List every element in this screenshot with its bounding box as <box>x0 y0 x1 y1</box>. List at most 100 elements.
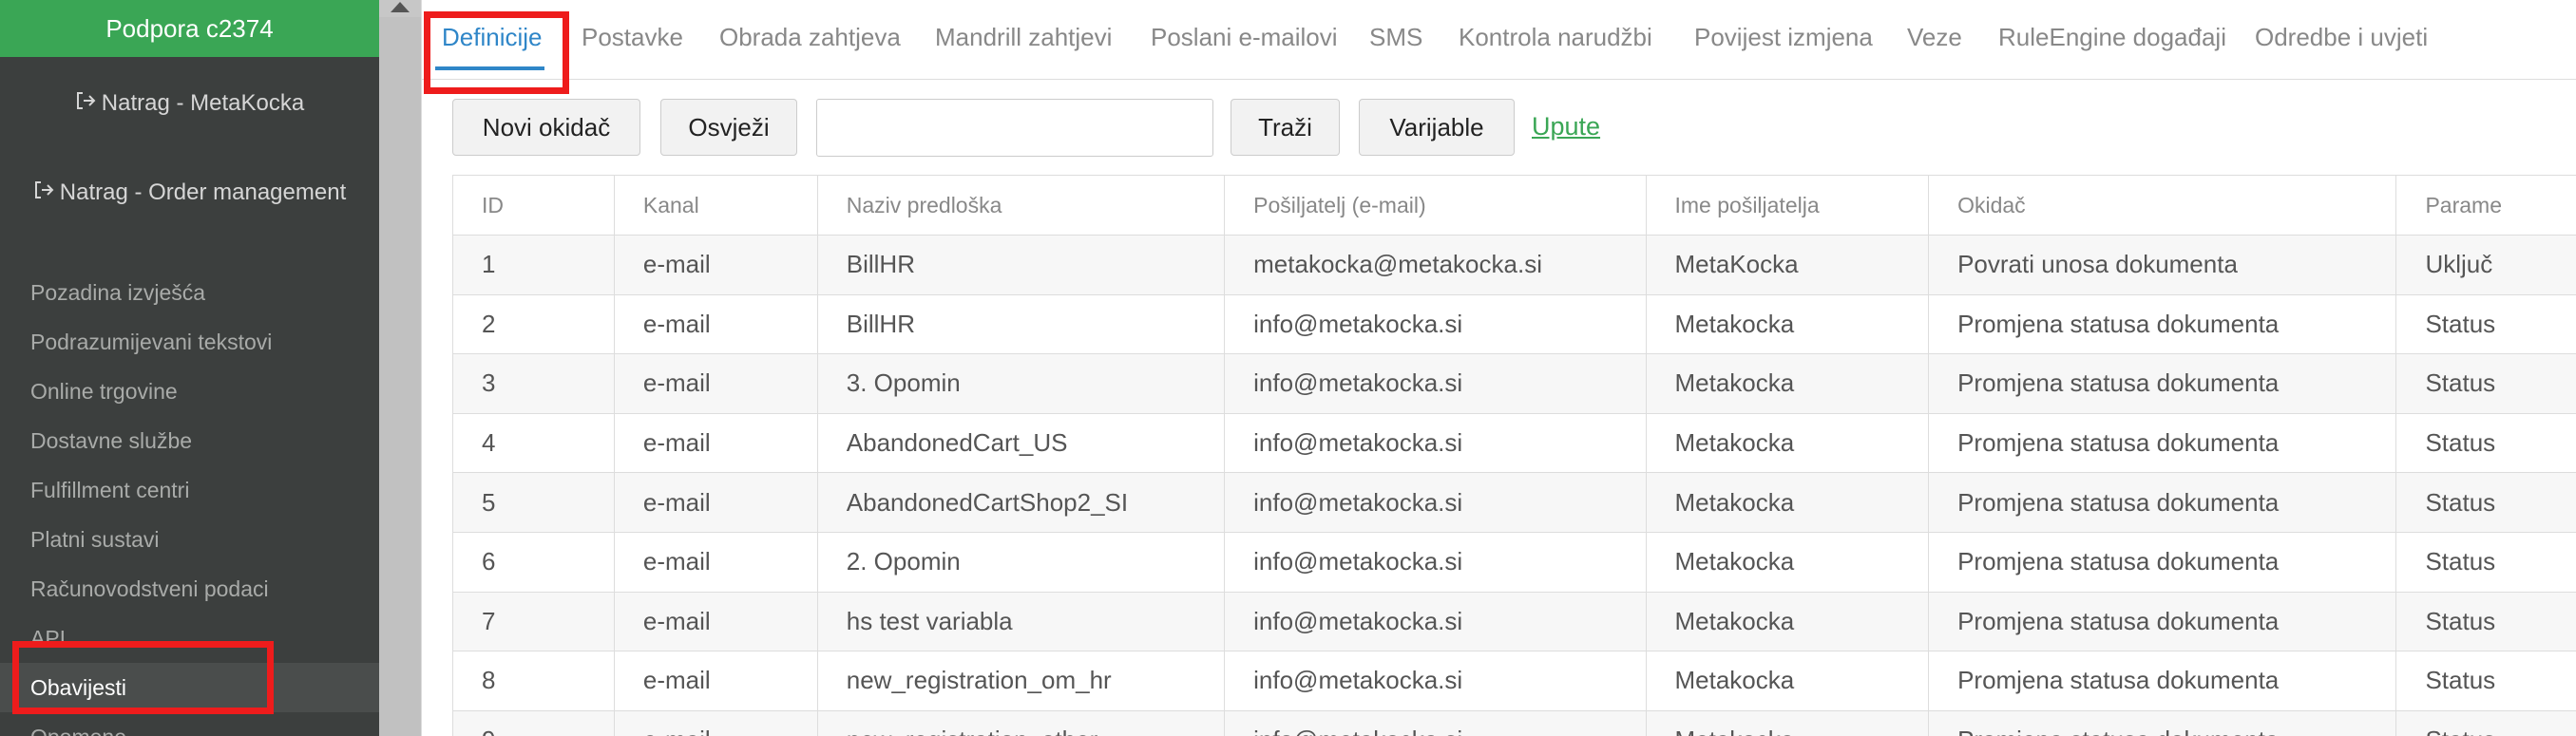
toolbar: Novi okidač Osvježi Traži Varijable Uput… <box>422 80 2576 175</box>
cell-naziv-predloska: BillHR <box>817 235 1226 295</box>
cell-okidac: Promjena statusa dokumenta <box>1928 651 2397 711</box>
tab-bar: Definicije Postavke Obrada zahtjeva Mand… <box>422 0 2576 80</box>
definitions-table: ID Kanal Naziv predloška Pošiljatelj (e-… <box>452 175 2576 736</box>
table-row[interactable]: 3 e-mail 3. Opomin info@metakocka.si Met… <box>453 353 2576 414</box>
cell-ime-posiljatelja: Metakocka <box>1646 651 1930 711</box>
cell-okidac: Promjena statusa dokumenta <box>1928 532 2397 593</box>
cell-posiljatelj-email: info@metakocka.si <box>1224 472 1647 533</box>
cell-ime-posiljatelja: Metakocka <box>1646 472 1930 533</box>
cell-naziv-predloska: hs test variabla <box>817 592 1226 652</box>
column-header-okidac[interactable]: Okidač <box>1928 175 2397 236</box>
cell-ime-posiljatelja: Metakocka <box>1646 353 1930 414</box>
sidebar-item-fulfillment-centri[interactable]: Fulfillment centri <box>0 465 379 515</box>
cell-parametri: Status <box>2395 651 2576 711</box>
cell-parametri: Status <box>2395 294 2576 355</box>
tab-obrada-zahtjeva[interactable]: Obrada zahtjeva <box>719 23 901 52</box>
sidebar-item-pozadina-izvjesca[interactable]: Pozadina izvješća <box>0 268 379 317</box>
sidebar-item-dostavne-sluzbe[interactable]: Dostavne službe <box>0 416 379 465</box>
sidebar-item-api[interactable]: API <box>0 613 379 663</box>
sidebar-item-label: Pozadina izvješća <box>30 279 206 305</box>
cell-parametri: Uključ <box>2395 235 2576 295</box>
scroll-up-arrow-icon[interactable] <box>391 2 410 12</box>
tab-odredbe-i-uvjeti[interactable]: Odredbe i uvjeti <box>2255 23 2428 52</box>
cell-kanal: e-mail <box>614 532 818 593</box>
cell-id: 6 <box>453 532 615 593</box>
tab-povijest-izmjena[interactable]: Povijest izmjena <box>1694 23 1873 52</box>
cell-kanal: e-mail <box>614 294 818 355</box>
back-to-order-management-link[interactable]: Natrag - Order management <box>0 173 379 213</box>
table-row[interactable]: 1 e-mail BillHR metakocka@metakocka.si M… <box>453 235 2576 295</box>
table-row[interactable]: 6 e-mail 2. Opomin info@metakocka.si Met… <box>453 532 2576 593</box>
sidebar-item-label: Online trgovine <box>30 378 178 404</box>
table-row[interactable]: 4 e-mail AbandonedCart_US info@metakocka… <box>453 413 2576 474</box>
cell-okidac: Povrati unosa dokumenta <box>1928 235 2397 295</box>
cell-parametri: Status <box>2395 532 2576 593</box>
search-button[interactable]: Traži <box>1231 99 1340 156</box>
tab-ruleengine-dogadaji[interactable]: RuleEngine događaji <box>1998 23 2226 52</box>
tab-kontrola-narudzbi[interactable]: Kontrola narudžbi <box>1459 23 1652 52</box>
sidebar-item-label: Fulfillment centri <box>30 477 190 502</box>
sidebar-item-opomene[interactable]: Opomene <box>0 712 379 736</box>
sidebar-scrollbar[interactable] <box>379 0 421 736</box>
tab-poslani-e-mailovi[interactable]: Poslani e-mailovi <box>1151 23 1338 52</box>
sidebar-item-label: API <box>30 625 67 651</box>
cell-posiljatelj-email: info@metakocka.si <box>1224 710 1647 736</box>
tab-veze[interactable]: Veze <box>1907 23 1962 52</box>
table-row[interactable]: 5 e-mail AbandonedCartShop2_SI info@meta… <box>453 472 2576 533</box>
sidebar-item-platni-sustavi[interactable]: Platni sustavi <box>0 515 379 564</box>
cell-id: 8 <box>453 651 615 711</box>
back-to-metakocka-link[interactable]: Natrag - MetaKocka <box>0 84 379 123</box>
cell-parametri: Status <box>2395 710 2576 736</box>
tab-sms[interactable]: SMS <box>1369 23 1422 52</box>
cell-naziv-predloska: AbandonedCartShop2_SI <box>817 472 1226 533</box>
sidebar-menu: Pozadina izvješća Podrazumijevani teksto… <box>0 268 379 736</box>
column-header-posiljatelj-email[interactable]: Pošiljatelj (e-mail) <box>1224 175 1647 236</box>
sidebar-item-label: Opomene <box>30 725 126 736</box>
column-header-kanal[interactable]: Kanal <box>614 175 818 236</box>
cell-parametri: Status <box>2395 353 2576 414</box>
search-input[interactable] <box>816 99 1213 157</box>
sign-out-icon <box>33 179 54 207</box>
cell-parametri: Status <box>2395 413 2576 474</box>
cell-okidac: Promjena statusa dokumenta <box>1928 413 2397 474</box>
table-row[interactable]: 8 e-mail new_registration_om_hr info@met… <box>453 651 2576 711</box>
cell-id: 9 <box>453 710 615 736</box>
table-row[interactable]: 7 e-mail hs test variabla info@metakocka… <box>453 592 2576 652</box>
cell-id: 1 <box>453 235 615 295</box>
cell-parametri: Status <box>2395 592 2576 652</box>
table-row[interactable]: 9 e-mail new_registration_other info@met… <box>453 710 2576 736</box>
table-row[interactable]: 2 e-mail BillHR info@metakocka.si Metako… <box>453 294 2576 355</box>
new-trigger-button[interactable]: Novi okidač <box>452 99 640 156</box>
cell-ime-posiljatelja: Metakocka <box>1646 294 1930 355</box>
cell-id: 5 <box>453 472 615 533</box>
tab-postavke[interactable]: Postavke <box>582 23 683 52</box>
cell-posiljatelj-email: info@metakocka.si <box>1224 413 1647 474</box>
variables-button[interactable]: Varijable <box>1359 99 1515 156</box>
column-header-id[interactable]: ID <box>453 175 615 236</box>
refresh-button[interactable]: Osvježi <box>660 99 797 156</box>
sidebar-item-online-trgovine[interactable]: Online trgovine <box>0 367 379 416</box>
sidebar-item-label: Obavijesti <box>30 674 126 700</box>
tab-mandrill-zahtjevi[interactable]: Mandrill zahtjevi <box>935 23 1112 52</box>
cell-kanal: e-mail <box>614 651 818 711</box>
sidebar-item-racunovodstveni-podaci[interactable]: Računovodstveni podaci <box>0 564 379 613</box>
cell-naziv-predloska: new_registration_other <box>817 710 1226 736</box>
sidebar-item-podrazumijevani-tekstovi[interactable]: Podrazumijevani tekstovi <box>0 317 379 367</box>
cell-kanal: e-mail <box>614 710 818 736</box>
cell-kanal: e-mail <box>614 592 818 652</box>
sidebar-item-obavijesti[interactable]: Obavijesti <box>0 663 379 712</box>
sidebar-header[interactable]: Podpora c2374 <box>0 0 379 57</box>
tab-definicije[interactable]: Definicije <box>442 23 543 52</box>
column-header-naziv-predloska[interactable]: Naziv predloška <box>817 175 1226 236</box>
sidebar-item-label: Podrazumijevani tekstovi <box>30 329 273 354</box>
cell-ime-posiljatelja: Metakocka <box>1646 592 1930 652</box>
notifications-table: ID Kanal Naziv predloška Pošiljatelj (e-… <box>453 175 2576 736</box>
cell-okidac: Promjena statusa dokumenta <box>1928 710 2397 736</box>
cell-okidac: Promjena statusa dokumenta <box>1928 294 2397 355</box>
column-header-ime-posiljatelja[interactable]: Ime pošiljatelja <box>1646 175 1930 236</box>
column-header-parametri[interactable]: Parame <box>2395 175 2576 236</box>
sidebar: Podpora c2374 Natrag - MetaKocka Natrag … <box>0 0 379 736</box>
scrollbar-thumb[interactable] <box>379 17 421 736</box>
instructions-link[interactable]: Upute <box>1532 112 1600 142</box>
back-link-label: Natrag - Order management <box>59 179 347 205</box>
